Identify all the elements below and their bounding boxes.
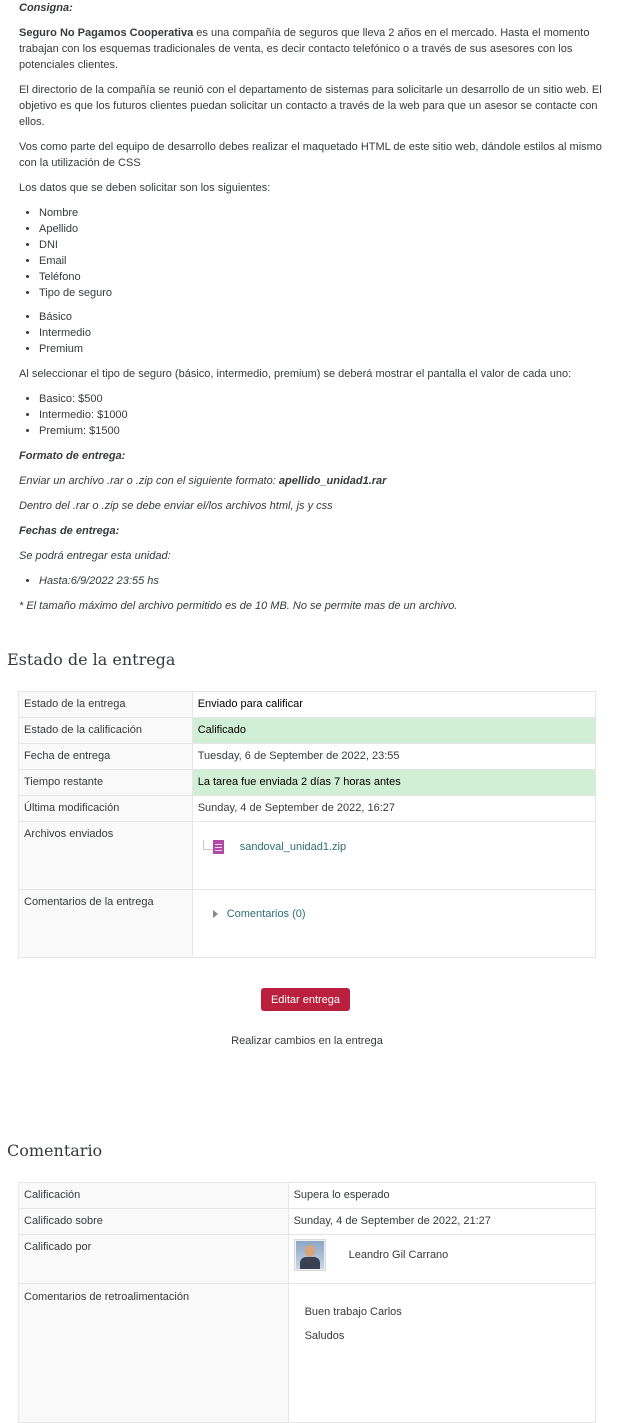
grade-value: Supera lo esperado bbox=[287, 1182, 597, 1209]
feedback-line: Saludos bbox=[304, 1330, 345, 1342]
user-avatar[interactable] bbox=[293, 1239, 326, 1271]
feedback-table: Calificación Supera lo esperado Califica… bbox=[18, 1182, 597, 1423]
table-row: Tiempo restante La tarea fue enviada 2 d… bbox=[18, 769, 597, 796]
feedback-comments-cell: Buen trabajo Carlos Saludos bbox=[287, 1283, 597, 1423]
formato-label: Formato de entrega: bbox=[19, 450, 126, 462]
table-row: Estado de la calificación Calificado bbox=[18, 717, 597, 744]
row-label: Tiempo restante bbox=[18, 769, 193, 796]
table-row: Archivos enviados sandoval_unidad1.zip bbox=[18, 821, 597, 890]
fields-list: Nombre Apellido DNI Email Teléfono Tipo … bbox=[19, 205, 614, 301]
submission-status-heading: Estado de la entrega bbox=[7, 650, 176, 669]
due-date-value: Tuesday, 6 de September de 2022, 23:55 bbox=[191, 743, 597, 770]
submission-status-table: Estado de la entrega Enviado para califi… bbox=[18, 691, 597, 958]
assignment-description: Consigna: Seguro No Pagamos Cooperativa … bbox=[19, 0, 614, 614]
list-item: Premium: $1500 bbox=[39, 423, 614, 439]
submitted-files-cell: sandoval_unidad1.zip bbox=[191, 821, 597, 890]
list-item: Email bbox=[39, 253, 614, 269]
table-row: Estado de la entrega Enviado para califi… bbox=[18, 691, 597, 718]
table-row: Comentarios de retroalimentación Buen tr… bbox=[18, 1283, 597, 1423]
row-label: Estado de la entrega bbox=[18, 691, 193, 718]
grading-status-value: Calificado bbox=[191, 717, 597, 744]
prices-list: Basico: $500 Intermedio: $1000 Premium: … bbox=[19, 391, 614, 439]
row-label: Calificación bbox=[18, 1182, 289, 1209]
comments-toggle[interactable]: Comentarios (0) bbox=[212, 908, 590, 920]
archive-file-icon bbox=[202, 840, 226, 854]
list-item: Intermedio: $1000 bbox=[39, 407, 614, 423]
table-row: Comentarios de la entrega Comentarios (0… bbox=[18, 889, 597, 958]
last-modified-value: Sunday, 4 de September de 2022, 16:27 bbox=[191, 795, 597, 822]
row-label: Fecha de entrega bbox=[18, 743, 193, 770]
list-item: Premium bbox=[39, 341, 614, 357]
row-label: Comentarios de la entrega bbox=[18, 889, 193, 958]
fechas-label: Fechas de entrega: bbox=[19, 525, 120, 537]
feedback-line: Buen trabajo Carlos bbox=[304, 1306, 402, 1318]
dentro-text: Dentro del .rar o .zip se debe enviar el… bbox=[19, 500, 333, 512]
submission-comments-cell: Comentarios (0) bbox=[191, 889, 597, 958]
edit-submission-button[interactable]: Editar entrega bbox=[261, 988, 350, 1011]
list-item: Nombre bbox=[39, 205, 614, 221]
podra-text: Se podrá entregar esta unidad: bbox=[19, 550, 171, 562]
file-size-note: * El tamaño máximo del archivo permitido… bbox=[19, 600, 458, 612]
table-row: Calificado sobre Sunday, 4 de September … bbox=[18, 1208, 597, 1235]
feedback-heading: Comentario bbox=[7, 1141, 103, 1160]
row-label: Archivos enviados bbox=[18, 821, 193, 890]
intro-paragraph-5: Al seleccionar el tipo de seguro (básico… bbox=[19, 368, 572, 380]
deadline-list: Hasta:6/9/2022 23:55 hs bbox=[19, 573, 614, 589]
file-entry: sandoval_unidad1.zip bbox=[202, 838, 590, 856]
submitted-file-link[interactable]: sandoval_unidad1.zip bbox=[240, 841, 346, 853]
table-row: Calificación Supera lo esperado bbox=[18, 1182, 597, 1209]
list-item: Teléfono bbox=[39, 269, 614, 285]
grader-name[interactable]: Leandro Gil Carrano bbox=[349, 1249, 449, 1261]
row-label: Última modificación bbox=[18, 795, 193, 822]
formato-description: Enviar un archivo .rar o .zip con el sig… bbox=[19, 475, 279, 487]
company-name: Seguro No Pagamos Cooperativa bbox=[19, 27, 194, 39]
list-item: Basico: $500 bbox=[39, 391, 614, 407]
row-label: Comentarios de retroalimentación bbox=[18, 1283, 289, 1423]
row-label: Calificado por bbox=[18, 1234, 289, 1284]
row-label: Calificado sobre bbox=[18, 1208, 289, 1235]
intro-paragraph-4: Los datos que se deben solicitar son los… bbox=[19, 182, 271, 194]
intro-paragraph-2: El directorio de la compañía se reunió c… bbox=[19, 84, 602, 128]
list-item: Hasta:6/9/2022 23:55 hs bbox=[39, 573, 614, 589]
intro-paragraph-1: Seguro No Pagamos Cooperativa es una com… bbox=[19, 25, 614, 73]
list-item: DNI bbox=[39, 237, 614, 253]
intro-paragraph-3: Vos como parte del equipo de desarrollo … bbox=[19, 141, 602, 169]
insurance-types-list: Básico Intermedio Premium bbox=[19, 309, 614, 357]
row-label: Estado de la calificación bbox=[18, 717, 193, 744]
list-item: Intermedio bbox=[39, 325, 614, 341]
formato-text: Enviar un archivo .rar o .zip con el sig… bbox=[19, 473, 614, 489]
grader-cell: Leandro Gil Carrano bbox=[287, 1234, 597, 1284]
comments-link[interactable]: Comentarios (0) bbox=[227, 908, 306, 920]
table-row: Última modificación Sunday, 4 de Septemb… bbox=[18, 795, 597, 822]
submission-status-value: Enviado para calificar bbox=[191, 691, 597, 718]
table-row: Fecha de entrega Tuesday, 6 de September… bbox=[18, 743, 597, 770]
list-item: Básico bbox=[39, 309, 614, 325]
expand-triangle-icon[interactable] bbox=[212, 910, 218, 918]
edit-submission-description: Realizar cambios en la entrega bbox=[231, 1035, 383, 1047]
list-item: Apellido bbox=[39, 221, 614, 237]
graded-on-value: Sunday, 4 de September de 2022, 21:27 bbox=[287, 1208, 597, 1235]
time-remaining-value: La tarea fue enviada 2 días 7 horas ante… bbox=[191, 769, 597, 796]
formato-filename: apellido_unidad1.rar bbox=[278, 475, 387, 487]
consigna-label: Consigna: bbox=[19, 2, 73, 14]
list-item: Tipo de seguro bbox=[39, 285, 614, 301]
table-row: Calificado por Leandro Gil Carrano bbox=[18, 1234, 597, 1284]
